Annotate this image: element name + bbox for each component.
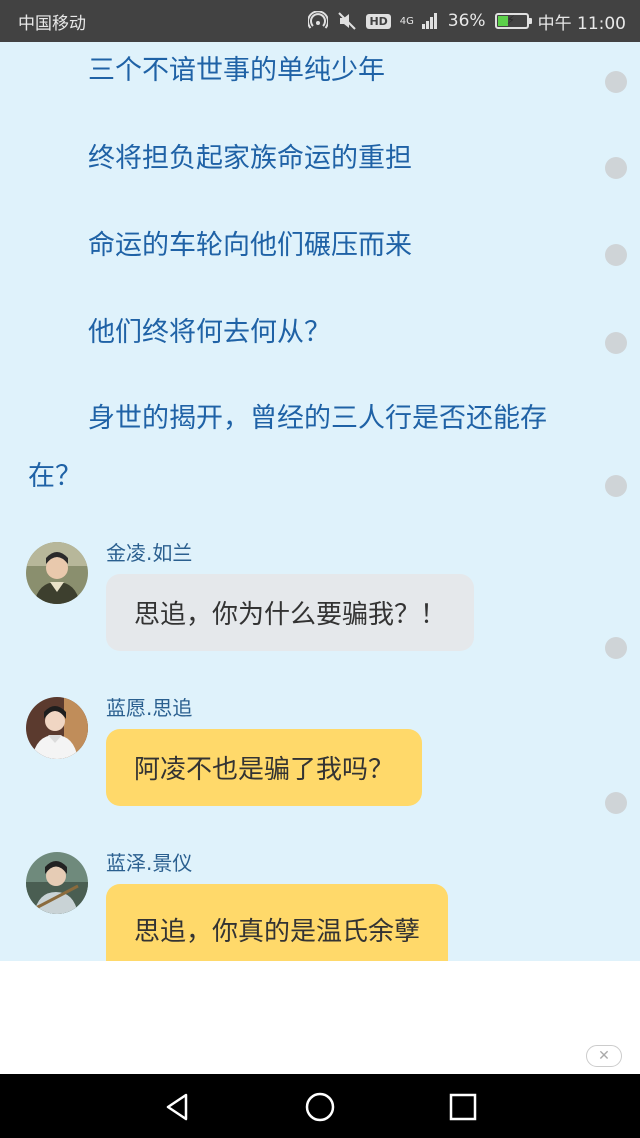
battery-icon: ⚡ [494,13,532,29]
chat-bubble[interactable]: 思追，你为什么要骗我？！ [106,574,475,651]
carrier-name: 中国移动 [18,13,86,34]
status-bar: 中国移动 HD 4G 36% ⚡ 中午 11:00 [0,0,640,42]
story-line: 身世的揭开，曾经的三人行是否还能存在？ [28,403,547,492]
ad-close-icon[interactable]: ✕ [586,1045,622,1067]
mute-icon [337,11,357,31]
read-dot[interactable] [605,71,627,93]
avatar[interactable] [26,697,88,759]
recents-icon[interactable] [446,1090,480,1124]
status-icons: HD 4G 36% ⚡ 中午 11:00 [308,9,626,34]
hotspot-icon [308,11,329,31]
sender-name: 蓝泽.景仪 [106,851,193,875]
story-content[interactable]: 三个不谙世事的单纯少年 终将担负起家族命运的重担 命运的车轮向他们碾压而来 他们… [0,42,640,961]
story-line: 三个不谙世事的单纯少年 [88,55,385,86]
battery-percent: 36% [447,11,486,31]
ad-banner[interactable]: ✕ [0,961,640,1074]
story-line: 命运的车轮向他们碾压而来 [88,230,412,261]
avatar[interactable] [26,852,88,914]
back-icon[interactable] [160,1090,194,1124]
read-dot[interactable] [605,157,627,179]
navigation-bar [0,1074,640,1138]
signal-icon [421,12,439,30]
chat-bubble[interactable]: 思追，你真的是温氏余孽 [106,884,449,961]
story-line: 终将担负起家族命运的重担 [88,143,412,174]
charging-icon: ⚡ [506,13,516,27]
home-icon[interactable] [303,1090,337,1124]
read-dot[interactable] [605,475,627,497]
chat-bubble[interactable]: 阿凌不也是骗了我吗？ [106,729,423,806]
story-line: 他们终将何去何从？ [88,317,331,348]
sender-name: 蓝愿.思追 [106,696,193,720]
read-dot[interactable] [605,244,627,266]
network-type: 4G [399,15,414,27]
read-dot[interactable] [605,332,627,354]
read-dot[interactable] [605,637,627,659]
read-dot[interactable] [605,792,627,814]
sender-name: 金凌.如兰 [106,541,193,565]
avatar[interactable] [26,542,88,604]
hd-badge: HD [366,13,391,29]
clock: 中午 11:00 [537,13,626,34]
